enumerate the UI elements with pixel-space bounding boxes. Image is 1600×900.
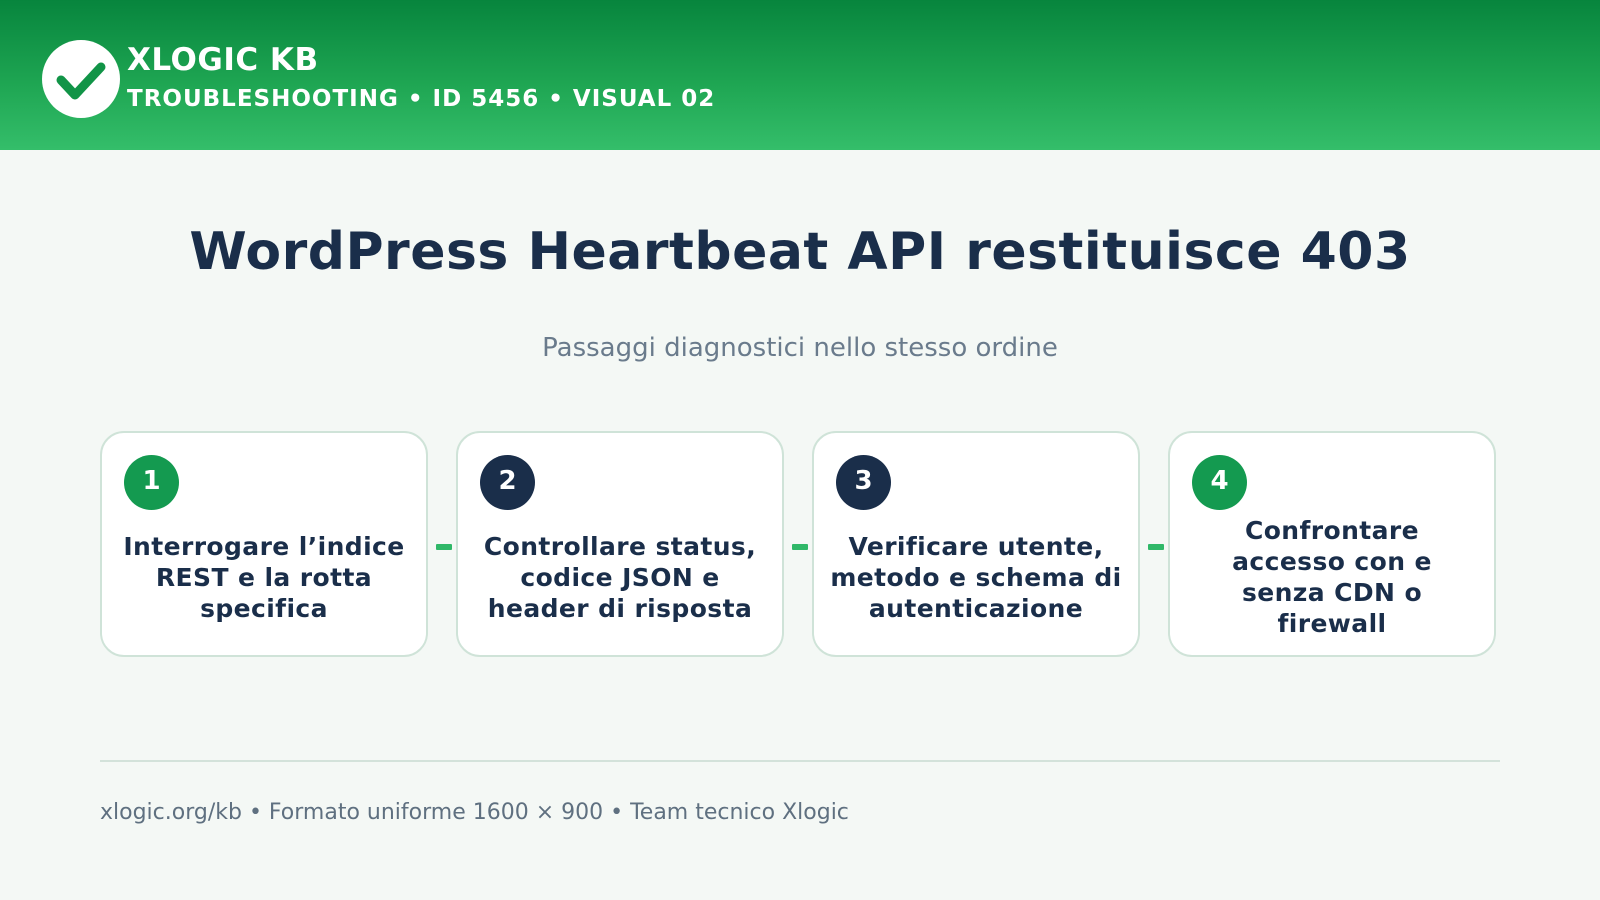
step-text: Interrogare l’indice REST e la rotta spe…	[123, 531, 405, 623]
step-number-badge: 2	[480, 455, 535, 510]
step-number-badge: 1	[124, 455, 179, 510]
footer-divider	[100, 760, 1500, 762]
page: XLOGIC KB TROUBLESHOOTING • ID 5456 • VI…	[0, 0, 1600, 900]
step-connector	[1148, 544, 1164, 550]
footer-text: xlogic.org/kb • Formato uniforme 1600 × …	[100, 800, 849, 825]
brand-name: XLOGIC KB	[127, 42, 319, 78]
step-number-badge: 4	[1192, 455, 1247, 510]
brand-subtitle: TROUBLESHOOTING • ID 5456 • VISUAL 02	[127, 86, 716, 112]
step-card-3: 3 Verificare utente, metodo e schema di …	[812, 431, 1140, 657]
step-text: Confrontare accesso con e senza CDN o fi…	[1232, 516, 1432, 638]
step-text: Controllare status, codice JSON e header…	[483, 531, 757, 623]
step-text: Verificare utente, metodo e schema di au…	[830, 531, 1122, 623]
step-connector	[792, 544, 808, 550]
page-title: WordPress Heartbeat API restituisce 403	[189, 222, 1411, 282]
step-card-4: 4 Confrontare accesso con e senza CDN o …	[1168, 431, 1496, 657]
checkmark-icon	[56, 62, 106, 100]
step-card-1: 1 Interrogare l’indice REST e la rotta s…	[100, 431, 428, 657]
page-subtitle: Passaggi diagnostici nello stesso ordine	[542, 333, 1058, 363]
header-band: XLOGIC KB TROUBLESHOOTING • ID 5456 • VI…	[0, 0, 1600, 150]
step-connector	[436, 544, 452, 550]
step-card-2: 2 Controllare status, codice JSON e head…	[456, 431, 784, 657]
logo	[42, 40, 120, 118]
step-number-badge: 3	[836, 455, 891, 510]
